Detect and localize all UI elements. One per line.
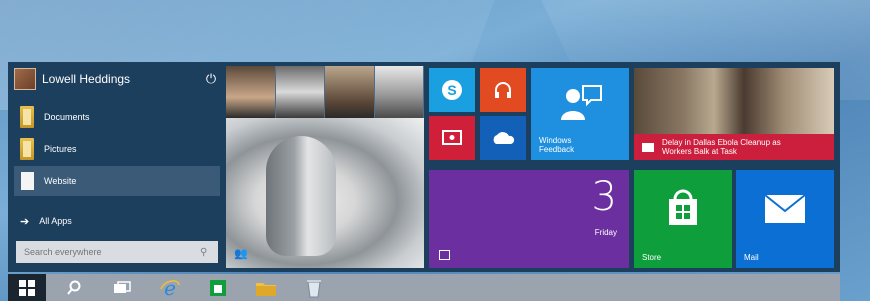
start-menu: Lowell Heddings ⏻ Documents Pictures Web… xyxy=(8,62,840,272)
headphones-icon xyxy=(480,68,526,112)
file-icon xyxy=(21,172,34,190)
file-explorer-button[interactable] xyxy=(246,274,286,301)
people-icon: 👥 xyxy=(234,248,248,260)
user-row[interactable]: Lowell Heddings ⏻ xyxy=(14,68,220,90)
store-button[interactable] xyxy=(198,274,238,301)
contact-photo xyxy=(226,66,275,118)
news-icon xyxy=(642,142,654,152)
music-tile[interactable] xyxy=(480,68,526,112)
taskbar: e xyxy=(8,274,840,301)
search-input[interactable] xyxy=(24,247,194,257)
video-icon xyxy=(429,116,475,160)
arrow-right-icon: ➔ xyxy=(20,215,30,228)
store-icon xyxy=(634,170,732,258)
news-photo xyxy=(634,68,834,134)
contact-photo xyxy=(325,66,374,118)
windows-feedback-tile[interactable]: Windows Feedback xyxy=(531,68,629,160)
all-apps-label: All Apps xyxy=(39,216,72,226)
all-apps-button[interactable]: ➔ All Apps xyxy=(14,211,220,231)
nav-item-pictures[interactable]: Pictures xyxy=(14,134,220,164)
tile-label: Mail xyxy=(744,253,759,262)
internet-explorer-icon: e xyxy=(160,277,180,299)
nav-item-label: Documents xyxy=(44,112,90,122)
video-tile[interactable] xyxy=(429,116,475,160)
file-explorer-icon xyxy=(256,282,276,296)
start-left-panel: Lowell Heddings ⏻ Documents Pictures Web… xyxy=(8,62,224,272)
news-headline: Delay in Dallas Ebola Cleanup as Workers… xyxy=(662,138,781,156)
cloud-icon xyxy=(480,116,526,160)
onedrive-tile[interactable] xyxy=(480,116,526,160)
search-button[interactable] xyxy=(54,274,94,301)
contact-photo xyxy=(275,66,324,118)
task-view-button[interactable] xyxy=(102,274,142,301)
power-icon[interactable]: ⏻ xyxy=(202,71,220,87)
recycle-bin-button[interactable] xyxy=(294,274,334,301)
search-icon xyxy=(67,280,81,295)
user-name: Lowell Heddings xyxy=(42,72,131,86)
tile-label: Windows Feedback xyxy=(539,136,575,154)
documents-icon xyxy=(20,106,34,128)
penguin-photo xyxy=(226,118,424,268)
skype-icon: S xyxy=(429,68,475,112)
start-button[interactable] xyxy=(8,274,46,301)
internet-explorer-button[interactable]: e xyxy=(150,274,190,301)
task-view-icon xyxy=(114,280,131,293)
news-headline-bar: Delay in Dallas Ebola Cleanup as Workers… xyxy=(634,134,834,160)
people-tile[interactable]: 👥 xyxy=(226,66,424,268)
calendar-date: 3 xyxy=(591,174,617,220)
nav-item-label: Pictures xyxy=(44,144,77,154)
contact-photo xyxy=(374,66,423,118)
avatar xyxy=(14,68,36,90)
search-box[interactable]: ⚲ xyxy=(16,241,218,263)
pictures-icon xyxy=(20,138,34,160)
photo-strip xyxy=(226,66,424,118)
tile-label: Store xyxy=(642,253,662,262)
store-tile[interactable]: Store xyxy=(634,170,732,268)
nav-item-documents[interactable]: Documents xyxy=(14,102,220,132)
nav-item-label: Website xyxy=(44,176,77,186)
search-icon[interactable]: ⚲ xyxy=(200,247,207,258)
news-tile[interactable]: Delay in Dallas Ebola Cleanup as Workers… xyxy=(634,68,834,160)
mail-tile[interactable]: Mail xyxy=(736,170,834,268)
nav-item-website[interactable]: Website xyxy=(14,166,220,196)
store-icon xyxy=(210,279,226,296)
calendar-icon xyxy=(439,250,450,260)
svg-text:S: S xyxy=(447,82,456,98)
windows-icon xyxy=(19,279,35,296)
recycle-bin-icon xyxy=(307,279,321,297)
mail-icon xyxy=(736,170,834,258)
skype-tile[interactable]: S xyxy=(429,68,475,112)
calendar-day: Friday xyxy=(594,228,617,237)
calendar-tile[interactable]: 3 Friday xyxy=(429,170,629,268)
